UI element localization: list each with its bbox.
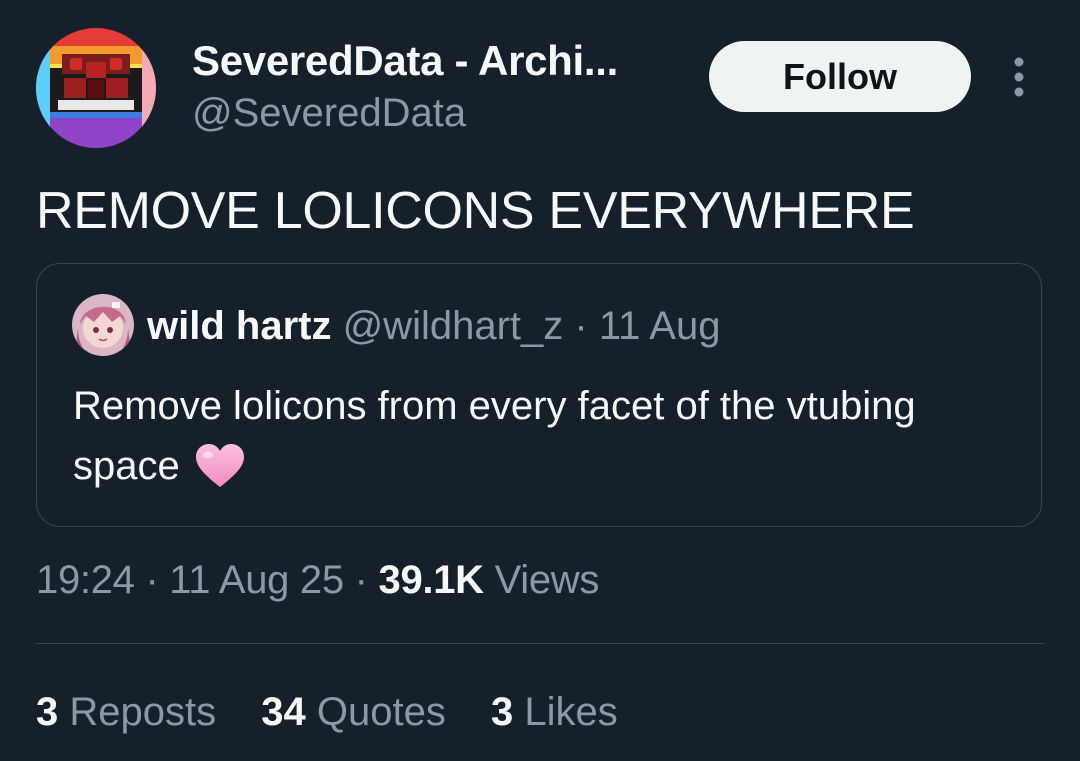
quoted-tweet-card[interactable]: wild hartz @wildhart_z · 11 Aug Remove l… (36, 263, 1042, 527)
pink-heart-emoji-icon (194, 443, 246, 506)
author-display-name[interactable]: SeveredData - Archi... (192, 36, 618, 86)
meta-separator: · (145, 558, 159, 602)
quotes-label: Quotes (316, 690, 446, 734)
views-label[interactable]: Views (495, 558, 600, 602)
likes-stat[interactable]: 3 Likes (491, 686, 618, 738)
divider (36, 643, 1044, 644)
tweet-date[interactable]: 11 Aug 25 (169, 558, 344, 602)
anime-avatar-icon (72, 294, 134, 356)
quotes-stat[interactable]: 34 Quotes (261, 686, 446, 738)
reposts-stat[interactable]: 3 Reposts (36, 686, 216, 738)
quoted-display-name[interactable]: wild hartz (147, 304, 331, 348)
tweet-metadata: 19:24 · 11 Aug 25 · 39.1K Views (36, 554, 599, 606)
engagement-stats: 3 Reposts 34 Quotes 3 Likes (36, 686, 652, 738)
quoted-handle[interactable]: @wildhart_z (343, 304, 564, 348)
tweet-text: REMOVE LOLICONS EVERYWHERE (36, 182, 915, 240)
meta-separator: · (354, 558, 368, 602)
quoted-date[interactable]: 11 Aug (599, 304, 721, 348)
rainbow-logo-icon (36, 28, 156, 148)
quotes-count: 34 (261, 690, 306, 734)
tweet-time[interactable]: 19:24 (36, 558, 135, 602)
author-avatar[interactable] (36, 28, 156, 148)
tweet-header: SeveredData - Archi... @SeveredData Foll… (36, 28, 1046, 150)
likes-count: 3 (490, 690, 514, 734)
author-handle[interactable]: @SeveredData (192, 88, 618, 138)
reposts-label: Reposts (69, 690, 217, 734)
quoted-tweet-header: wild hartz @wildhart_z · 11 Aug (147, 302, 720, 350)
more-options-button[interactable] (1004, 56, 1034, 100)
views-count[interactable]: 39.1K (379, 558, 485, 602)
quoted-separator: · (574, 304, 588, 348)
likes-label: Likes (524, 690, 618, 734)
reposts-count: 3 (36, 690, 59, 734)
quoted-tweet-text: Remove lolicons from every facet of the … (73, 376, 973, 506)
more-vertical-icon (1014, 57, 1024, 97)
author-names: SeveredData - Archi... @SeveredData (192, 36, 618, 138)
quoted-author-avatar[interactable] (72, 294, 134, 356)
follow-button[interactable]: Follow (709, 41, 971, 112)
